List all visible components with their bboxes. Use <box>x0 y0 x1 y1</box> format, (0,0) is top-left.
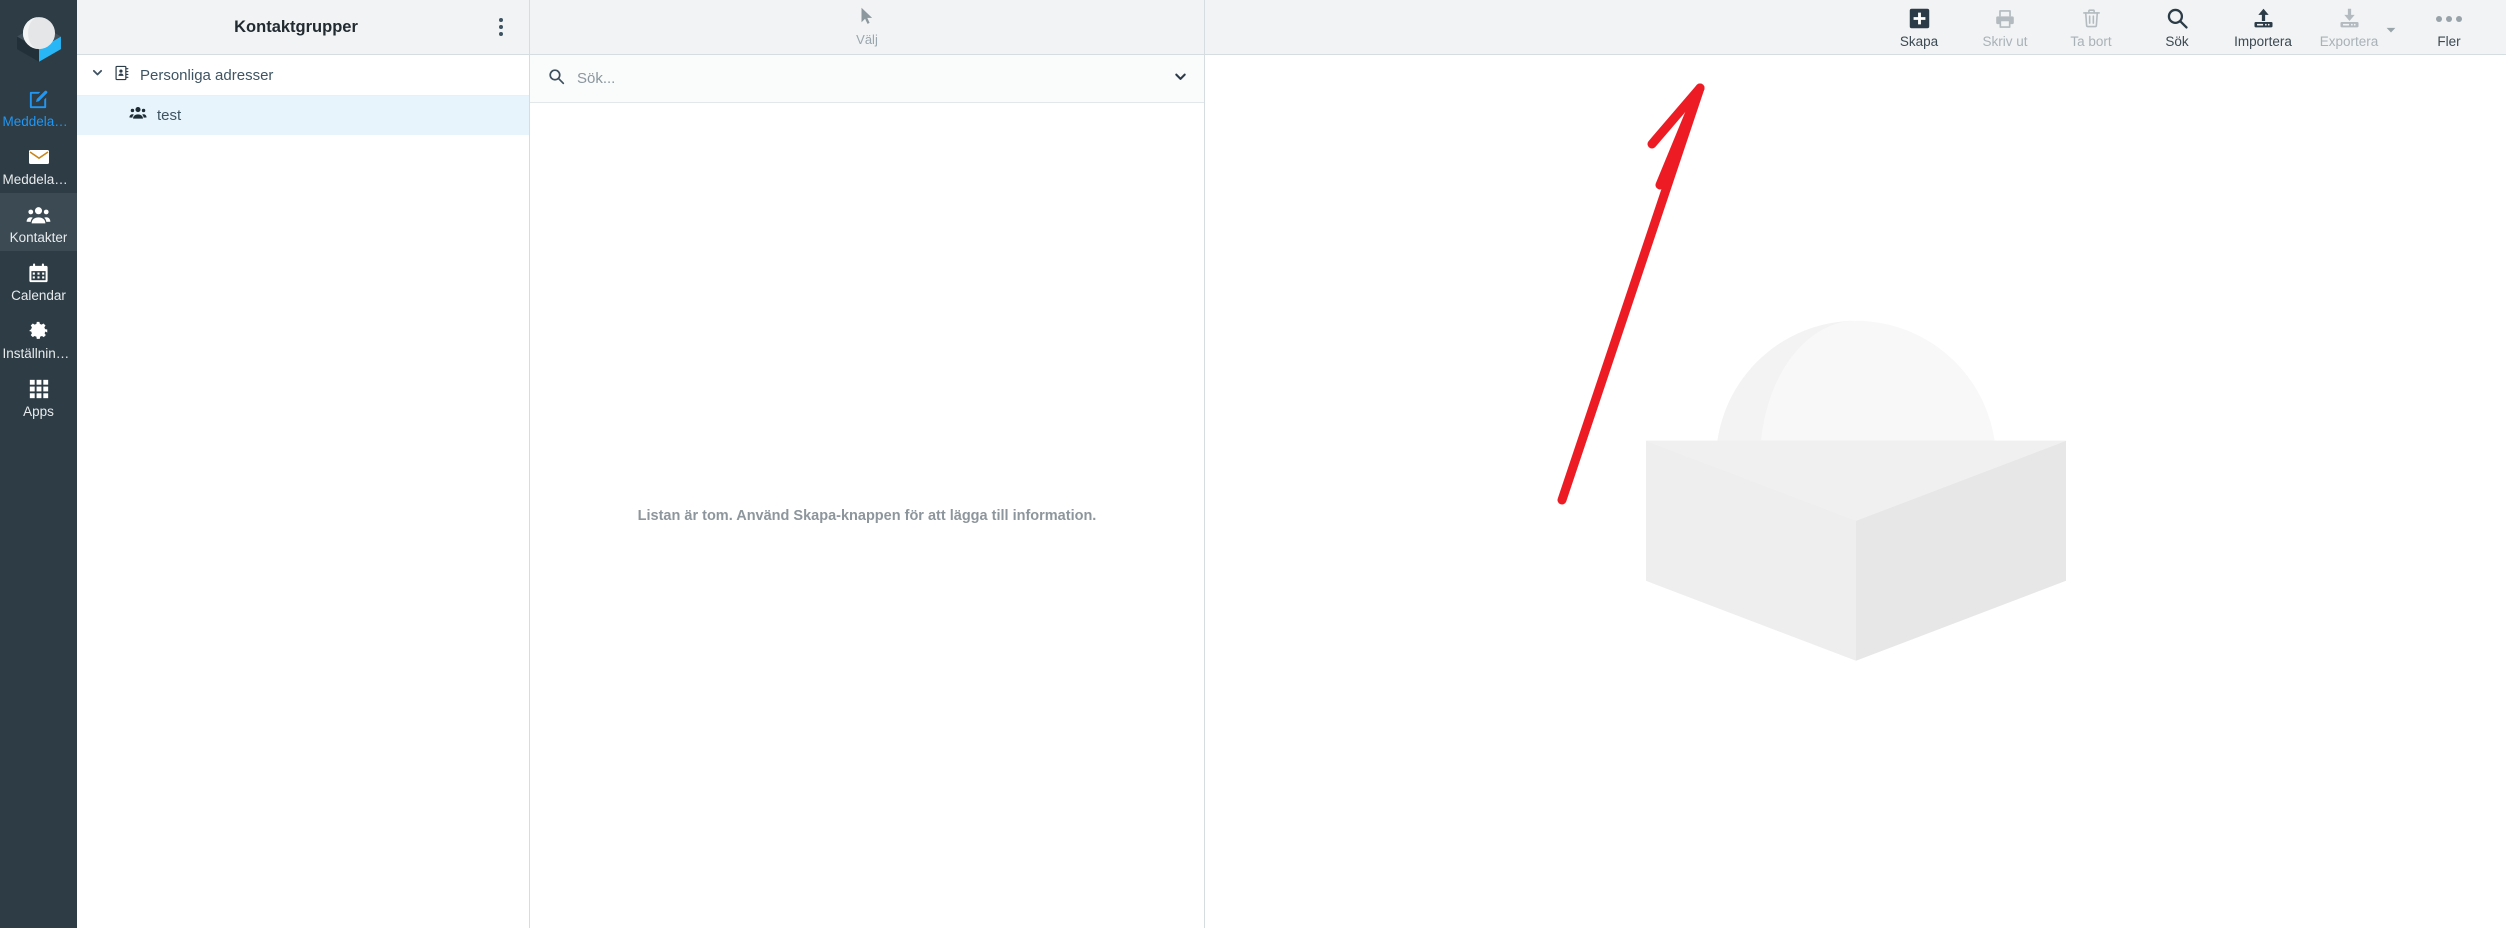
search-icon <box>2166 6 2189 32</box>
search-button-label: Sök <box>2165 33 2189 49</box>
more-button-label: Fler <box>2437 33 2461 49</box>
select-button[interactable]: Välj <box>842 7 892 47</box>
group-section-label: Personliga adresser <box>140 66 274 84</box>
more-vertical-icon[interactable] <box>479 5 523 49</box>
sidebar-item-label: Meddelande <box>2 114 75 129</box>
contact-detail-panel: Skapa Skriv ut Ta bort Sök Importera Exp… <box>1205 0 2506 928</box>
print-button-label: Skriv ut <box>1982 33 2028 49</box>
chevron-down-icon[interactable] <box>1173 69 1188 89</box>
app-logo-cube-sphere-watermark-icon <box>1645 320 2066 661</box>
contact-groups-header: Kontaktgrupper <box>77 0 529 55</box>
contacts-list-header: Välj <box>530 0 1204 55</box>
sidebar-item-mail[interactable]: Meddeland... <box>0 135 77 193</box>
kebab-dot <box>499 18 503 22</box>
trash-icon <box>2081 6 2102 32</box>
create-button[interactable]: Skapa <box>1876 0 1962 55</box>
sidebar-item-label: Apps <box>23 404 54 419</box>
import-button-label: Importera <box>2234 33 2292 49</box>
list-item[interactable]: test <box>77 96 529 135</box>
search-input[interactable] <box>577 70 1161 87</box>
gear-icon <box>28 319 50 343</box>
action-toolbar: Skapa Skriv ut Ta bort Sök Importera Exp… <box>1205 0 2506 55</box>
search-bar <box>530 55 1204 103</box>
plus-square-icon <box>1909 6 1930 32</box>
more-horizontal-icon <box>2436 6 2462 32</box>
app-rail: Meddelande Meddeland... Kontakter Calend… <box>0 0 77 928</box>
kebab-dot <box>499 25 503 29</box>
contacts-group-icon <box>129 104 147 127</box>
sidebar-item-label: Calendar <box>11 288 66 303</box>
address-book-icon <box>114 65 130 86</box>
sidebar-item-label: Kontakter <box>9 230 68 245</box>
sidebar-item-calendar[interactable]: Calendar <box>0 251 77 309</box>
apps-grid-icon <box>28 377 50 401</box>
group-section-personliga-adresser[interactable]: Personliga adresser <box>77 55 529 96</box>
kebab-dot <box>499 32 503 36</box>
contacts-list-body: Listan är tom. Använd Skapa-knappen för … <box>530 103 1204 928</box>
calendar-icon <box>27 261 50 285</box>
more-dot <box>2456 15 2462 22</box>
sidebar-item-apps[interactable]: Apps <box>0 367 77 425</box>
contacts-list-panel: Välj Listan är tom. Använd Skapa-knappen… <box>530 0 1205 928</box>
print-button[interactable]: Skriv ut <box>1962 0 2048 55</box>
app-logo-cube-sphere-icon <box>16 16 61 62</box>
delete-button[interactable]: Ta bort <box>2048 0 2134 55</box>
cursor-arrow-icon <box>860 7 875 30</box>
search-button[interactable]: Sök <box>2134 0 2220 55</box>
select-button-label: Välj <box>856 32 878 47</box>
upload-icon <box>2252 6 2275 32</box>
printer-icon <box>1994 6 2016 32</box>
detail-empty-area <box>1205 55 2506 928</box>
sidebar-item-label: Meddeland... <box>2 172 75 187</box>
sidebar-item-installningar[interactable]: Inställningar <box>0 309 77 367</box>
compose-icon <box>27 87 50 111</box>
search-icon <box>548 68 565 90</box>
mail-envelope-icon <box>27 145 51 169</box>
app-window: Meddelande Meddeland... Kontakter Calend… <box>0 0 2506 928</box>
app-logo <box>0 0 77 77</box>
contacts-group-icon <box>26 203 51 227</box>
create-button-label: Skapa <box>1899 33 1939 49</box>
import-button[interactable]: Importera <box>2220 0 2306 55</box>
chevron-down-icon[interactable] <box>91 66 104 84</box>
more-dot <box>2436 15 2442 22</box>
export-button-label: Exportera <box>2319 33 2379 49</box>
empty-state-message: Listan är tom. Använd Skapa-knappen för … <box>637 507 1097 524</box>
more-dot <box>2446 15 2452 22</box>
export-dropdown-chevron-down-icon[interactable] <box>2378 0 2404 55</box>
delete-button-label: Ta bort <box>2070 33 2112 49</box>
download-icon <box>2338 6 2361 32</box>
contact-groups-panel: Kontaktgrupper Personliga adresser test <box>77 0 530 928</box>
list-item-label: test <box>157 107 182 124</box>
more-button[interactable]: Fler <box>2406 0 2492 55</box>
page-title: Kontaktgrupper <box>234 17 358 36</box>
sidebar-item-label: Inställningar <box>2 346 75 361</box>
sidebar-item-kontakter[interactable]: Kontakter <box>0 193 77 251</box>
sidebar-item-meddelande[interactable]: Meddelande <box>0 77 77 135</box>
